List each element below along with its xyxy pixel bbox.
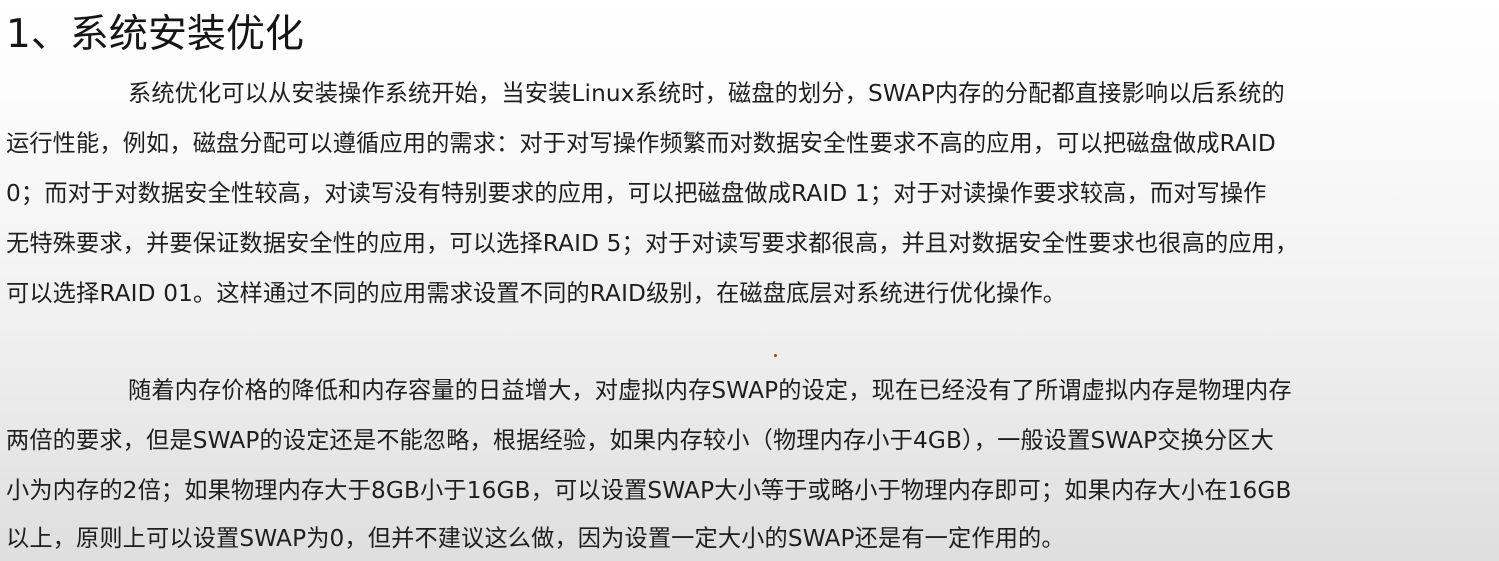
paragraph1-line-1: 系统优化可以从安装操作系统开始，当安装Linux系统时，磁盘的划分，SWAP内存… (128, 80, 1285, 107)
paragraph1-line-2: 运行性能，例如，磁盘分配可以遵循应用的需求：对于对写操作频繁而对数据安全性要求不… (6, 130, 1276, 157)
paragraph2-line-3: 小为内存的2倍；如果物理内存大于8GB小于16GB，可以设置SWAP大小等于或略… (6, 477, 1292, 504)
section-title: 1、系统安装优化 (6, 12, 304, 57)
paragraph2-line-2: 两倍的要求，但是SWAP的设定还是不能忽略，根据经验，如果内存较小（物理内存小于… (6, 427, 1274, 454)
paragraph2-line-1: 随着内存价格的降低和内存容量的日益增大，对虚拟内存SWAP的设定，现在已经没有了… (128, 377, 1292, 404)
paragraph2-line-4: 以上，原则上可以设置SWAP为0，但并不建议这么做，因为设置一定大小的SWAP还… (6, 525, 1065, 552)
pointer-dot (774, 354, 777, 357)
paragraph1-line-3: 0；而对于对数据安全性较高，对读写没有特别要求的应用，可以把磁盘做成RAID 1… (6, 180, 1267, 207)
paragraph1-line-4: 无特殊要求，并要保证数据安全性的应用，可以选择RAID 5；对于对读写要求都很高… (6, 230, 1299, 257)
paragraph1-line-5: 可以选择RAID 01。这样通过不同的应用需求设置不同的RAID级别，在磁盘底层… (6, 280, 1067, 307)
slide-canvas: 1、系统安装优化 系统优化可以从安装操作系统开始，当安装Linux系统时，磁盘的… (0, 0, 1499, 561)
